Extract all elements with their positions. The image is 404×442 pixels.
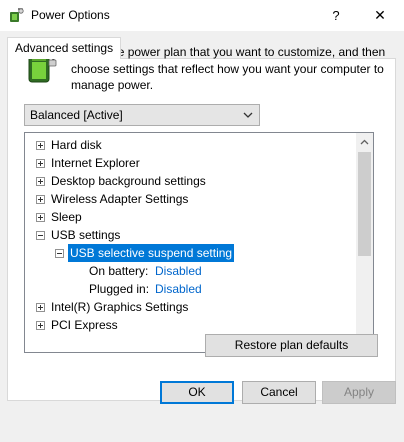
power-options-window: Power Options ? ✕ Advanced settings Sele…: [0, 0, 404, 442]
apply-button: Apply: [322, 381, 396, 404]
close-button[interactable]: ✕: [360, 0, 400, 31]
tree-item-label: Sleep: [51, 210, 82, 224]
tree-item-label: Wireless Adapter Settings: [51, 192, 189, 206]
expand-icon[interactable]: [36, 213, 45, 222]
tab-advanced-settings[interactable]: Advanced settings: [7, 37, 122, 59]
title-bar: Power Options ? ✕: [0, 0, 404, 31]
power-plan-dropdown[interactable]: Balanced [Active]: [24, 104, 260, 126]
collapse-icon[interactable]: [36, 231, 45, 240]
tree-item-label: On battery:: [89, 264, 149, 278]
scroll-thumb[interactable]: [358, 152, 371, 256]
tree-item-label: Internet Explorer: [51, 156, 140, 170]
settings-tree[interactable]: Hard disk Internet Explorer Desktop backgr…: [24, 132, 374, 353]
power-plan-value: Balanced [Active]: [30, 108, 123, 122]
expand-icon[interactable]: [36, 141, 45, 150]
tree-item-label: Hard disk: [51, 138, 102, 152]
scroll-up-icon[interactable]: [356, 133, 373, 150]
collapse-icon[interactable]: [55, 249, 64, 258]
tree-item-label: Desktop background settings: [51, 174, 206, 188]
cancel-button[interactable]: Cancel: [242, 381, 316, 404]
expand-icon[interactable]: [36, 195, 45, 204]
tree-scrollbar[interactable]: [356, 133, 373, 352]
power-options-icon: [10, 8, 24, 22]
help-button[interactable]: ?: [316, 0, 356, 31]
tree-item-label: Intel(R) Graphics Settings: [51, 300, 189, 314]
setting-value-link[interactable]: Disabled: [155, 280, 202, 298]
tree-item-label: PCI Express: [51, 318, 118, 332]
expand-icon[interactable]: [36, 159, 45, 168]
tree-item-label: Plugged in:: [89, 282, 150, 296]
expand-icon[interactable]: [36, 321, 45, 330]
tree-item-label: USB settings: [51, 228, 121, 242]
expand-icon[interactable]: [36, 177, 45, 186]
window-title: Power Options: [31, 8, 110, 22]
restore-plan-defaults-button[interactable]: Restore plan defaults: [205, 334, 378, 357]
expand-icon[interactable]: [36, 303, 45, 312]
tree-item-label-selected: USB selective suspend setting: [66, 243, 236, 263]
setting-value-link[interactable]: Disabled: [155, 262, 202, 280]
ok-button[interactable]: OK: [160, 381, 234, 404]
chevron-down-icon: [243, 112, 253, 118]
